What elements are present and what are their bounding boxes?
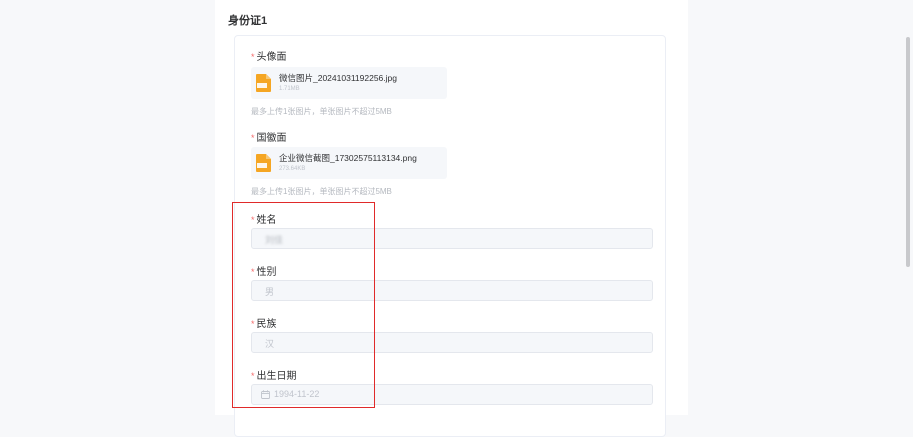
front-image-file[interactable]: 微信图片_20241031192256.jpg 1.71MB	[251, 67, 447, 99]
front-side-label-text: 头像面	[256, 52, 287, 63]
form-page: 身份证1 * 头像面 微信图片_20241031192256.jpg 1.71MB…	[215, 0, 688, 437]
image-file-icon	[256, 154, 271, 172]
name-value: 刘佳	[265, 235, 284, 245]
birthdate-label-text: 出生日期	[256, 371, 297, 382]
back-image-file[interactable]: 企业微信截图_17302575113134.png 273.64KB	[251, 147, 447, 179]
back-side-label-text: 国徽面	[256, 133, 287, 144]
id-card-form-card: * 头像面 微信图片_20241031192256.jpg 1.71MB 最多上传…	[234, 35, 666, 437]
name-label-text: 姓名	[256, 215, 277, 226]
birthdate-value: 1994-11-22	[274, 389, 320, 399]
back-side-label: * 国徽面	[251, 129, 287, 144]
scrollbar[interactable]	[906, 37, 910, 267]
birthdate-label: * 出生日期	[251, 367, 297, 382]
required-marker: *	[251, 215, 255, 225]
gender-input[interactable]: 男	[251, 280, 653, 301]
required-marker: *	[251, 52, 255, 62]
required-marker: *	[251, 267, 255, 277]
section-title: 身份证1	[228, 15, 268, 27]
required-marker: *	[251, 319, 255, 329]
ethnicity-label: * 民族	[251, 315, 277, 330]
back-file-name: 企业微信截图_17302575113134.png	[279, 153, 417, 163]
front-upload-tip: 最多上传1张图片，单张图片不超过5MB	[251, 107, 392, 116]
calendar-icon	[261, 390, 270, 399]
front-file-size: 1.71MB	[279, 86, 300, 92]
front-file-name: 微信图片_20241031192256.jpg	[279, 73, 397, 83]
gender-label-text: 性别	[256, 267, 277, 278]
back-upload-tip: 最多上传1张图片，单张图片不超过5MB	[251, 187, 392, 196]
required-marker: *	[251, 371, 255, 381]
birthdate-picker[interactable]: 1994-11-22	[251, 384, 653, 405]
ethnicity-value: 汉	[265, 339, 275, 349]
ethnicity-input[interactable]: 汉	[251, 332, 653, 353]
front-side-label: * 头像面	[251, 48, 287, 63]
gender-value: 男	[265, 287, 275, 297]
image-file-icon	[256, 74, 271, 92]
ethnicity-label-text: 民族	[256, 319, 277, 330]
required-marker: *	[251, 133, 255, 143]
name-label: * 姓名	[251, 211, 277, 226]
back-file-size: 273.64KB	[279, 166, 306, 172]
gender-label: * 性别	[251, 263, 277, 278]
name-input[interactable]: 刘佳	[251, 228, 653, 249]
